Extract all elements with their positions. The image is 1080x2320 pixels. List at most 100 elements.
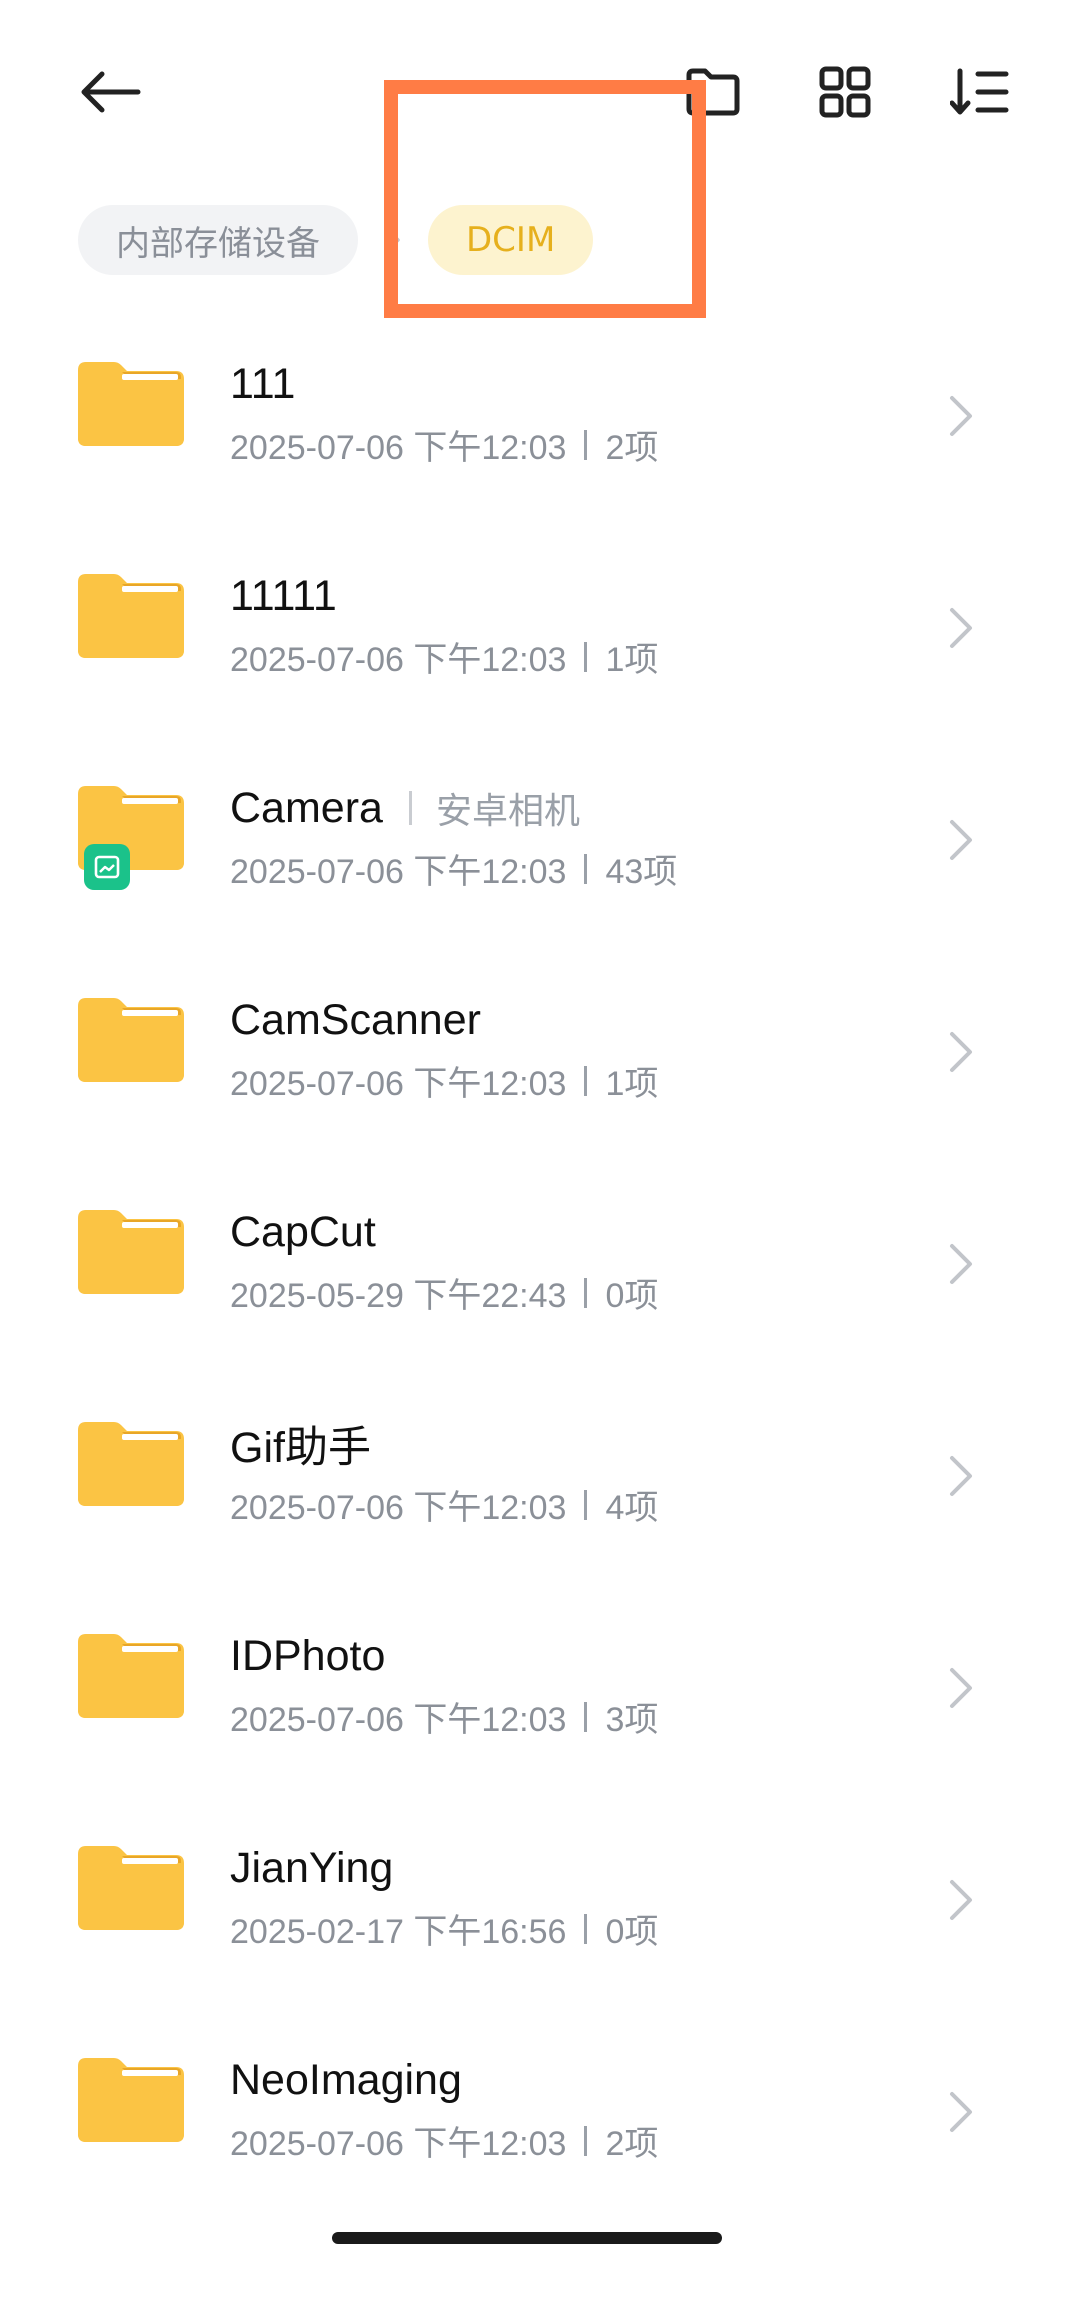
list-item[interactable]: 11111 2025-07-06 下午12:03 1项 [0, 530, 1080, 742]
sort-icon [950, 68, 1009, 115]
folder-icon [78, 1210, 184, 1294]
list-item[interactable]: 111 2025-07-06 下午12:03 2项 [0, 318, 1080, 530]
file-text-block: Camera 安卓相机 2025-07-06 下午12:03 43项 [230, 778, 910, 893]
camera-folder-badge [84, 844, 130, 890]
breadcrumb: 内部存储设备 DCIM [78, 205, 594, 275]
file-item-count: 1项 [605, 1065, 659, 1103]
meta-divider [584, 2125, 588, 2156]
home-indicator [332, 2232, 722, 2244]
chevron-right-icon [950, 1032, 972, 1072]
chevron-right-icon [950, 1668, 972, 1708]
arrow-left-icon [81, 71, 141, 113]
breadcrumb-separator [358, 227, 428, 253]
grid-view-icon [819, 66, 871, 118]
file-text-block: CapCut 2025-05-29 下午22:43 0项 [230, 1202, 910, 1317]
file-meta: 2025-07-06 下午12:03 3项 [230, 1692, 910, 1741]
file-date: 2025-07-06 下午12:03 [230, 1701, 567, 1739]
folder-icon [78, 998, 184, 1082]
file-meta: 2025-02-17 下午16:56 0项 [230, 1904, 910, 1953]
file-item-count: 3项 [605, 1701, 659, 1739]
file-date: 2025-07-06 下午12:03 [230, 429, 567, 467]
file-text-block: NeoImaging 2025-07-06 下午12:03 2项 [230, 2050, 910, 2165]
file-text-block: JianYing 2025-02-17 下午16:56 0项 [230, 1838, 910, 1953]
file-name-line: IDPhoto [230, 1626, 910, 1686]
file-alias: 安卓相机 [435, 791, 580, 832]
file-name-line: JianYing [230, 1838, 910, 1898]
file-item-count: 2项 [605, 2125, 659, 2163]
folder-icon [78, 1422, 184, 1506]
file-date: 2025-05-29 下午22:43 [230, 1277, 567, 1315]
file-item-count: 0项 [605, 1913, 659, 1951]
list-item[interactable]: Gif助手 2025-07-06 下午12:03 4项 [0, 1378, 1080, 1590]
folder-icon [78, 2058, 184, 2142]
breadcrumb-current[interactable]: DCIM [428, 205, 594, 275]
file-name-line: CamScanner [230, 990, 910, 1050]
file-date: 2025-07-06 下午12:03 [230, 853, 567, 891]
meta-divider [584, 853, 588, 884]
file-meta: 2025-07-06 下午12:03 2项 [230, 420, 910, 469]
image-icon [94, 855, 120, 879]
file-name: JianYing [230, 1843, 394, 1892]
meta-divider [584, 1065, 588, 1096]
file-meta: 2025-05-29 下午22:43 0项 [230, 1268, 910, 1317]
file-item-count: 2项 [605, 429, 659, 467]
file-text-block: 111 2025-07-06 下午12:03 2项 [230, 354, 910, 469]
file-name: NeoImaging [230, 2055, 462, 2104]
list-item[interactable]: CamScanner 2025-07-06 下午12:03 1项 [0, 954, 1080, 1166]
new-folder-icon [686, 68, 740, 116]
back-button[interactable] [65, 47, 155, 137]
list-item[interactable]: Camera 安卓相机 2025-07-06 下午12:03 43项 [0, 742, 1080, 954]
list-item[interactable]: IDPhoto 2025-07-06 下午12:03 3项 [0, 1590, 1080, 1802]
meta-divider [584, 641, 588, 672]
meta-divider [584, 1277, 588, 1308]
chevron-right-icon [950, 820, 972, 860]
file-name-line: NeoImaging [230, 2050, 910, 2110]
sort-button[interactable] [935, 47, 1025, 137]
file-name: IDPhoto [230, 1631, 386, 1680]
folder-icon [78, 1634, 184, 1718]
list-item[interactable]: NeoImaging 2025-07-06 下午12:03 2项 [0, 2014, 1080, 2226]
breadcrumb-root[interactable]: 内部存储设备 [78, 205, 358, 275]
file-manager-screen: 内部存储设备 DCIM 111 2025-07-06 下午12:03 2项 11111… [0, 0, 1080, 2320]
chevron-right-icon [950, 608, 972, 648]
file-meta: 2025-07-06 下午12:03 4项 [230, 1480, 910, 1529]
meta-divider [584, 1489, 588, 1520]
chevron-right-icon [950, 1244, 972, 1284]
file-item-count: 4项 [605, 1489, 659, 1527]
file-list: 111 2025-07-06 下午12:03 2项 11111 2025-07-06 下… [0, 318, 1080, 2226]
file-item-count: 0项 [605, 1277, 659, 1315]
file-date: 2025-07-06 下午12:03 [230, 1065, 567, 1103]
new-folder-button[interactable] [668, 47, 758, 137]
chevron-right-icon [950, 2092, 972, 2132]
meta-divider [584, 1701, 588, 1732]
top-bar [0, 0, 1080, 180]
file-date: 2025-02-17 下午16:56 [230, 1913, 567, 1951]
file-name: Gif助手 [230, 1424, 371, 1472]
file-name-line: Camera 安卓相机 [230, 778, 910, 838]
file-text-block: Gif助手 2025-07-06 下午12:03 4项 [230, 1414, 910, 1529]
list-item[interactable]: CapCut 2025-05-29 下午22:43 0项 [0, 1166, 1080, 1378]
file-item-count: 43项 [605, 853, 678, 891]
file-name: Camera [230, 783, 383, 832]
file-meta: 2025-07-06 下午12:03 1项 [230, 632, 910, 681]
file-name-line: 11111 [230, 566, 910, 626]
chevron-right-icon [950, 1880, 972, 1920]
folder-icon [78, 1846, 184, 1930]
folder-icon [78, 362, 184, 446]
chevron-right-icon [386, 228, 400, 252]
grid-view-button[interactable] [800, 47, 890, 137]
file-name: 11111 [230, 571, 337, 620]
file-name-line: 111 [230, 354, 910, 414]
chevron-right-icon [950, 396, 972, 436]
list-item[interactable]: JianYing 2025-02-17 下午16:56 0项 [0, 1802, 1080, 2014]
chevron-right-icon [950, 1456, 972, 1496]
file-text-block: IDPhoto 2025-07-06 下午12:03 3项 [230, 1626, 910, 1741]
file-meta: 2025-07-06 下午12:03 1项 [230, 1056, 910, 1105]
file-meta: 2025-07-06 下午12:03 43项 [230, 844, 910, 893]
file-name-line: CapCut [230, 1202, 910, 1262]
alias-divider [408, 791, 412, 825]
file-date: 2025-07-06 下午12:03 [230, 641, 567, 679]
file-name: CamScanner [230, 995, 481, 1044]
meta-divider [584, 1913, 588, 1944]
file-date: 2025-07-06 下午12:03 [230, 1489, 567, 1527]
